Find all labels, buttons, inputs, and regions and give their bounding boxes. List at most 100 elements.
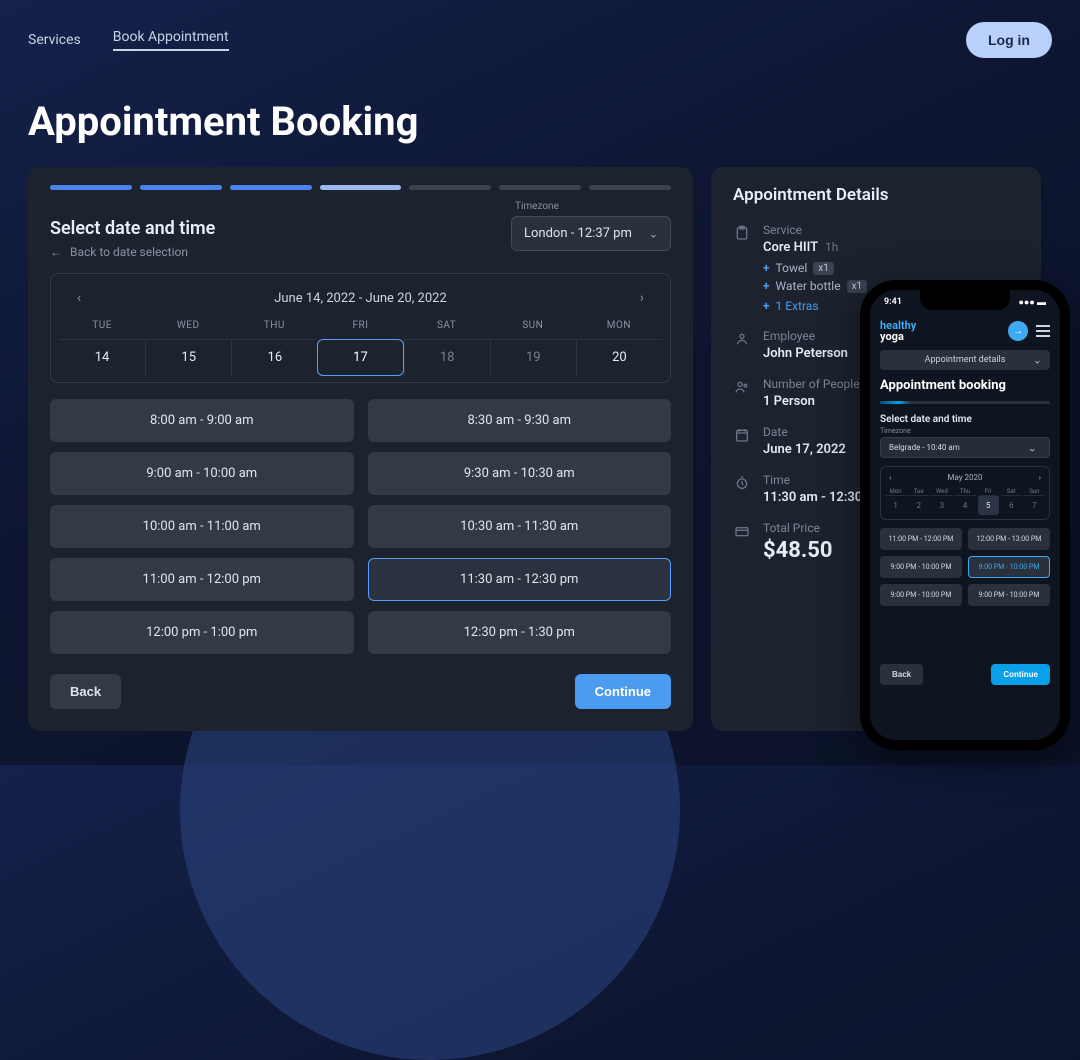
timezone-value: London - 12:37 pm [524, 226, 632, 241]
plus-icon: + [763, 261, 770, 275]
time-slot[interactable]: 11:00 am - 12:00 pm [50, 558, 354, 601]
extra-item: +Towelx1 [763, 261, 867, 275]
time-slot[interactable]: 9:30 am - 10:30 am [368, 452, 672, 495]
people-label: Number of People [763, 377, 860, 391]
phone-cal-next[interactable]: › [1039, 473, 1041, 482]
calendar-range: June 14, 2022 - June 20, 2022 [274, 291, 447, 306]
progress-bar [50, 185, 671, 190]
time-slot[interactable]: 10:00 am - 11:00 am [50, 505, 354, 548]
phone-time-slot[interactable]: 9:00 PM - 10:00 PM [968, 556, 1050, 578]
phone-date[interactable]: 2 [908, 495, 929, 515]
chevron-down-icon: ⌄ [649, 227, 658, 240]
booking-card: Timezone London - 12:37 pm ⌄ Select date… [28, 167, 693, 731]
calendar-date[interactable]: 20 [576, 339, 662, 376]
employee-value: John Peterson [763, 346, 848, 361]
calendar-date[interactable]: 15 [145, 339, 231, 376]
top-nav: Services Book Appointment Log in [0, 0, 1080, 70]
phone-cal-prev[interactable]: ‹ [889, 473, 891, 482]
login-button[interactable]: Log in [966, 22, 1052, 58]
time-label: Time [763, 473, 862, 487]
phone-time-slot[interactable]: 9:00 PM - 10:00 PM [968, 584, 1050, 606]
phone-time-slot[interactable]: 12:00 PM - 13:00 PM [968, 528, 1050, 550]
time-slot[interactable]: 9:00 am - 10:00 am [50, 452, 354, 495]
back-button[interactable]: Back [50, 674, 121, 709]
phone-date[interactable]: 6 [1001, 495, 1022, 515]
phone-details-toggle[interactable]: Appointment details ⌄ [880, 350, 1050, 370]
time-slot[interactable]: 12:00 pm - 1:00 pm [50, 611, 354, 654]
phone-dow: Sun [1024, 488, 1045, 495]
extras-expand-link[interactable]: 1 Extras [776, 299, 819, 313]
phone-time-slot[interactable]: 11:00 PM - 12:00 PM [880, 528, 962, 550]
clock-icon [733, 473, 751, 505]
phone-calendar: ‹ May 2020 › MonTueWedThuFriSatSun 12345… [880, 466, 1050, 520]
nav-services[interactable]: Services [28, 32, 81, 48]
price-icon [733, 521, 751, 563]
calendar-date[interactable]: 14 [59, 339, 145, 376]
employee-label: Employee [763, 329, 848, 343]
phone-date[interactable]: 3 [931, 495, 952, 515]
day-of-week: TUE [59, 320, 145, 339]
phone-heading: Appointment booking [880, 378, 1050, 393]
time-slot[interactable]: 8:00 am - 9:00 am [50, 399, 354, 442]
price-label: Total Price [763, 521, 833, 535]
people-icon [733, 377, 751, 409]
phone-dow: Tue [908, 488, 929, 495]
phone-statusbar-time: 9:41 [884, 297, 902, 308]
time-value: 11:30 am - 12:30 [763, 490, 862, 505]
continue-button[interactable]: Continue [575, 674, 671, 709]
phone-date[interactable]: 1 [885, 495, 906, 515]
date-value: June 17, 2022 [763, 442, 846, 457]
phone-date[interactable]: 5 [978, 495, 999, 515]
plus-icon: + [763, 279, 770, 293]
phone-dow: Thu [954, 488, 975, 495]
arrow-left-icon: ← [50, 245, 62, 259]
calendar-next[interactable]: › [632, 286, 652, 310]
calendar-date[interactable]: 18 [404, 339, 490, 376]
chevron-down-icon: ⌄ [1028, 441, 1037, 454]
date-label: Date [763, 425, 846, 439]
day-of-week: SAT [404, 320, 490, 339]
calendar-date[interactable]: 16 [231, 339, 317, 376]
extra-item: +Water bottlex1 [763, 279, 867, 293]
price-value: $48.50 [763, 538, 833, 563]
day-of-week: MON [576, 320, 662, 339]
service-icon [733, 223, 751, 313]
day-of-week: FRI [317, 320, 403, 339]
service-value: Core HIIT [763, 240, 818, 255]
time-slot[interactable]: 10:30 am - 11:30 am [368, 505, 672, 548]
phone-back-button[interactable]: Back [880, 664, 923, 685]
page-title: Appointment Booking [0, 70, 1080, 167]
phone-time-slot[interactable]: 9:00 PM - 10:00 PM [880, 584, 962, 606]
calendar-date[interactable]: 19 [490, 339, 576, 376]
phone-tz-label: Timezone [880, 427, 1050, 435]
phone-dow: Sat [1001, 488, 1022, 495]
time-slot[interactable]: 12:30 pm - 1:30 pm [368, 611, 672, 654]
phone-logo: healthyyoga [880, 320, 916, 342]
phone-dow: Fri [978, 488, 999, 495]
phone-step-title: Select date and time [880, 414, 1050, 425]
nav-book-appointment[interactable]: Book Appointment [113, 29, 229, 51]
phone-time-slot[interactable]: 9:00 PM - 10:00 PM [880, 556, 962, 578]
phone-dow: Mon [885, 488, 906, 495]
calendar-icon [733, 425, 751, 457]
service-label: Service [763, 223, 867, 237]
time-slot[interactable]: 8:30 am - 9:30 am [368, 399, 672, 442]
phone-statusbar-right: ●●● ▬ [1018, 297, 1046, 308]
day-of-week: SUN [490, 320, 576, 339]
phone-mockup: 9:41 ●●● ▬ healthyyoga → Appointment det… [860, 280, 1070, 750]
calendar: ‹ June 14, 2022 - June 20, 2022 › TUEWED… [50, 273, 671, 383]
details-title: Appointment Details [733, 185, 1019, 205]
time-slot[interactable]: 11:30 am - 12:30 pm [368, 558, 672, 601]
phone-date[interactable]: 4 [954, 495, 975, 515]
calendar-date[interactable]: 17 [317, 339, 403, 376]
phone-dow: Wed [931, 488, 952, 495]
phone-user-avatar[interactable]: → [1008, 321, 1028, 341]
timezone-field[interactable]: Timezone London - 12:37 pm ⌄ [511, 201, 671, 251]
plus-icon: + [763, 299, 770, 313]
phone-date[interactable]: 7 [1024, 495, 1045, 515]
calendar-prev[interactable]: ‹ [69, 286, 89, 310]
phone-timezone-select[interactable]: Belgrade - 10:40 am ⌄ [880, 437, 1050, 458]
phone-continue-button[interactable]: Continue [991, 664, 1050, 685]
hamburger-icon[interactable] [1036, 325, 1050, 337]
day-of-week: WED [145, 320, 231, 339]
